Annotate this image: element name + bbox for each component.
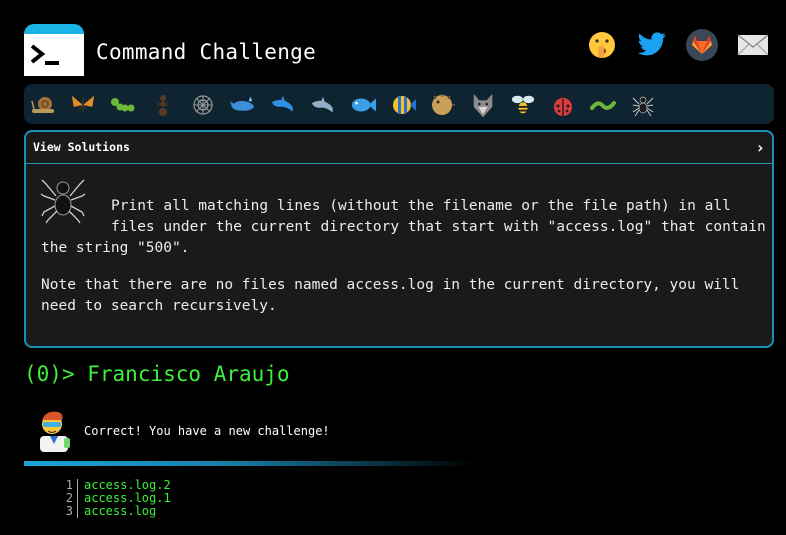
- spider-icon: [40, 176, 86, 228]
- output-text: access.log: [84, 504, 157, 518]
- challenge-note-line1: Note that there are no files named acces…: [41, 277, 740, 293]
- view-solutions-toggle[interactable]: View Solutions ›: [26, 132, 772, 164]
- butterfly-icon[interactable]: [70, 92, 96, 118]
- command-output: 1 access.log.2 2 access.log.1 3 access.l…: [60, 479, 171, 518]
- challenge-panel: View Solutions › Print all matching line…: [24, 130, 774, 348]
- shushing-face-icon[interactable]: [584, 27, 620, 63]
- output-line: 3 access.log: [60, 505, 171, 518]
- scientist-avatar-icon: [34, 408, 74, 456]
- result-message: Correct! You have a new challenge!: [84, 424, 330, 438]
- tropical-fish-icon[interactable]: [390, 92, 416, 118]
- terminal-prompt-icon: [30, 44, 59, 65]
- worm-icon[interactable]: [590, 92, 616, 118]
- spider-icon[interactable]: [630, 92, 656, 118]
- snail-icon[interactable]: [30, 92, 56, 118]
- user-score: (0): [24, 362, 62, 386]
- challenge-note-line2: need to search recursively.: [41, 298, 277, 314]
- terminal-logo[interactable]: [24, 24, 84, 76]
- mail-icon[interactable]: [735, 27, 771, 63]
- app-title: Command Challenge: [96, 40, 317, 64]
- challenge-text-line3: the string "500".: [41, 240, 190, 256]
- bee-icon[interactable]: [510, 92, 536, 118]
- challenge-text-line2: files under the current directory that s…: [111, 219, 766, 235]
- dolphin-icon[interactable]: [270, 92, 296, 118]
- whale-icon[interactable]: [230, 92, 256, 118]
- user-name[interactable]: Francisco Araujo: [87, 362, 289, 386]
- caterpillar-icon[interactable]: [110, 92, 136, 118]
- line-number: 3: [60, 505, 78, 518]
- ladybug-icon[interactable]: [550, 92, 576, 118]
- challenge-text-line1: Print all matching lines (without the fi…: [111, 198, 731, 214]
- view-solutions-label: View Solutions: [33, 140, 130, 154]
- web-icon[interactable]: [190, 92, 216, 118]
- chevron-right-icon: ›: [755, 138, 765, 157]
- blowfish-icon[interactable]: [430, 92, 456, 118]
- challenge-icon-bar: [24, 84, 774, 124]
- user-prompt: (0)> Francisco Araujo: [24, 362, 290, 386]
- wolf-icon[interactable]: [470, 92, 496, 118]
- ant-icon[interactable]: [150, 92, 176, 118]
- fish-icon[interactable]: [350, 92, 376, 118]
- result-divider: [24, 461, 474, 466]
- dolphin-2-icon[interactable]: [310, 92, 336, 118]
- prompt-symbol: >: [61, 362, 75, 386]
- twitter-icon[interactable]: [634, 27, 670, 63]
- gitlab-icon[interactable]: [684, 27, 720, 63]
